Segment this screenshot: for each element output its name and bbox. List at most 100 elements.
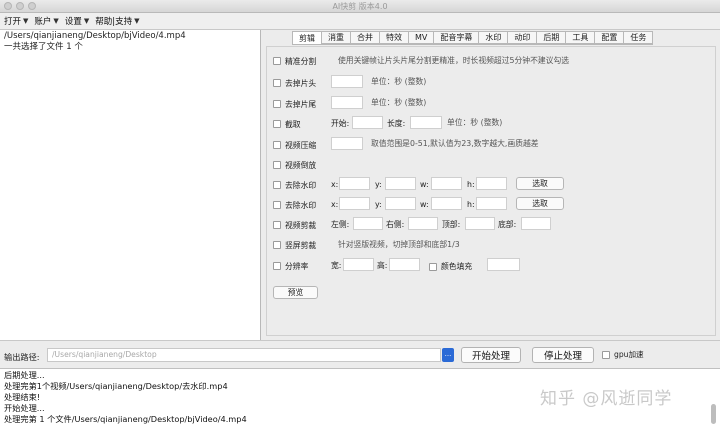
crop-length-label: 长度:	[387, 119, 406, 128]
precise-split-option[interactable]: 精准分割	[273, 54, 316, 68]
tab-edit[interactable]: 剪辑	[292, 31, 321, 44]
tab-config[interactable]: 配置	[594, 31, 624, 44]
resolution-height-input[interactable]	[389, 258, 420, 271]
watermark1-y-input[interactable]	[385, 177, 416, 190]
color-fill-option[interactable]: 颜色填充	[429, 261, 472, 272]
reverse-option[interactable]: 视频倒放	[273, 158, 316, 172]
remove-tail-input[interactable]	[331, 96, 363, 109]
compress-checkbox[interactable]	[273, 141, 281, 149]
menu-open[interactable]: 打开 ▼	[4, 15, 28, 27]
watermark2-x-label: x:	[331, 200, 339, 209]
watermark1-checkbox[interactable]	[273, 181, 281, 189]
remove-head-unit: 单位：秒 (整数)	[371, 77, 427, 86]
preview-button[interactable]: 预览	[273, 286, 318, 299]
watermark2-label: 去除水印	[285, 200, 317, 210]
video-crop-option[interactable]: 视频剪裁	[273, 218, 316, 232]
vertical-crop-checkbox[interactable]	[273, 241, 281, 249]
tab-effects[interactable]: 特效	[379, 31, 408, 44]
tab-animated-watermark[interactable]: 动印	[507, 31, 537, 44]
gpu-label: gpu加速	[614, 350, 644, 359]
watermark2-y-input[interactable]	[385, 197, 416, 210]
remove-head-option[interactable]: 去掉片头	[273, 76, 316, 90]
resolution-checkbox[interactable]	[273, 262, 281, 270]
crop-length-input[interactable]	[410, 116, 442, 129]
watermark1-w-label: w:	[420, 180, 429, 189]
video-crop-left-input[interactable]	[353, 217, 383, 230]
resolution-width-input[interactable]	[343, 258, 374, 271]
log-line: 处理完第 1 个文件/Users/qianjianeng/Desktop/bjV…	[4, 414, 247, 424]
file-list[interactable]: /Users/qianjianeng/Desktop/bjVideo/4.mp4…	[0, 30, 261, 340]
menu-bar: 打开 ▼ 账户 ▼ 设置 ▼ 帮助|支持 ▼	[0, 13, 720, 30]
resolution-width-label: 宽:	[331, 261, 342, 270]
tab-tools[interactable]: 工具	[565, 31, 595, 44]
watermark2-w-input[interactable]	[431, 197, 462, 210]
watermark1-w-input[interactable]	[431, 177, 462, 190]
vertical-crop-hint: 针对竖版视频，切掉顶部和底部1/3	[338, 240, 460, 249]
watermark1-x-label: x:	[331, 180, 339, 189]
video-crop-checkbox[interactable]	[273, 221, 281, 229]
tab-watermark[interactable]: 水印	[478, 31, 508, 44]
video-crop-bottom-label: 底部:	[498, 220, 517, 229]
title-bar: AI快剪 版本4.0	[0, 0, 720, 13]
vertical-crop-label: 竖屏剪裁	[285, 240, 317, 250]
tab-post[interactable]: 后期	[536, 31, 566, 44]
crop-start-input[interactable]	[352, 116, 383, 129]
watermark2-h-label: h:	[467, 200, 475, 209]
video-crop-bottom-input[interactable]	[521, 217, 551, 230]
gpu-option[interactable]: gpu加速	[602, 349, 644, 360]
log-scrollbar[interactable]	[711, 404, 716, 424]
precise-split-hint: 使用关键帧让片头片尾分割更精准，时长视频超过5分钟不建议勾选	[338, 56, 570, 65]
video-crop-right-input[interactable]	[408, 217, 438, 230]
video-crop-top-label: 顶部:	[442, 220, 461, 229]
caret-down-icon: ▼	[53, 17, 59, 25]
precise-split-checkbox[interactable]	[273, 57, 281, 65]
color-fill-checkbox[interactable]	[429, 262, 437, 271]
start-button[interactable]: 开始处理	[461, 347, 521, 363]
watermark2-option[interactable]: 去除水印	[273, 198, 316, 212]
remove-tail-unit: 单位：秒 (整数)	[371, 98, 427, 107]
menu-help[interactable]: 帮助|支持 ▼	[95, 15, 139, 27]
watermark2-checkbox[interactable]	[273, 201, 281, 209]
remove-head-label: 去掉片头	[285, 78, 317, 88]
menu-settings[interactable]: 设置 ▼	[65, 15, 89, 27]
crop-checkbox[interactable]	[273, 120, 281, 128]
file-count-line: 一共选择了文件 1 个	[4, 42, 83, 52]
tab-tasks[interactable]: 任务	[623, 31, 654, 44]
remove-head-input[interactable]	[331, 75, 363, 88]
watermark1-h-input[interactable]	[476, 177, 507, 190]
watermark2-x-input[interactable]	[339, 197, 370, 210]
browse-button[interactable]: ...	[442, 348, 454, 362]
resolution-option[interactable]: 分辨率	[273, 259, 308, 273]
compress-option[interactable]: 视频压缩	[273, 138, 316, 152]
watermark1-option[interactable]: 去除水印	[273, 178, 316, 192]
tab-dedupe[interactable]: 消重	[321, 31, 350, 44]
watermark2-select-button[interactable]: 选取	[516, 197, 564, 210]
tab-dubbing[interactable]: 配音字幕	[433, 31, 479, 44]
remove-tail-checkbox[interactable]	[273, 100, 281, 108]
remove-tail-label: 去掉片尾	[285, 99, 317, 109]
watermark2-h-input[interactable]	[476, 197, 507, 210]
remove-tail-option[interactable]: 去掉片尾	[273, 97, 316, 111]
menu-account[interactable]: 账户 ▼	[34, 15, 58, 27]
watermark1-x-input[interactable]	[339, 177, 370, 190]
tab-mv[interactable]: MV	[408, 31, 434, 44]
output-path-input[interactable]: /Users/qianjianeng/Desktop	[47, 348, 441, 362]
watermark1-select-button[interactable]: 选取	[516, 177, 564, 190]
crop-option[interactable]: 截取	[273, 117, 301, 131]
output-bar: 输出路径: /Users/qianjianeng/Desktop ... 开始处…	[0, 340, 720, 368]
reverse-checkbox[interactable]	[273, 161, 281, 169]
menu-help-label: 帮助|支持	[95, 17, 133, 27]
stop-button[interactable]: 停止处理	[532, 347, 594, 363]
compress-input[interactable]	[331, 137, 363, 150]
tab-merge[interactable]: 合并	[350, 31, 379, 44]
precise-split-label: 精准分割	[285, 56, 317, 66]
video-crop-top-input[interactable]	[465, 217, 495, 230]
color-fill-input[interactable]	[487, 258, 520, 271]
file-list-line: /Users/qianjianeng/Desktop/bjVideo/4.mp4	[4, 31, 186, 41]
video-crop-right-label: 右侧:	[386, 220, 405, 229]
gpu-checkbox[interactable]	[602, 350, 610, 359]
color-fill-label: 颜色填充	[441, 262, 473, 271]
caret-down-icon: ▼	[83, 17, 90, 25]
vertical-crop-option[interactable]: 竖屏剪裁	[273, 238, 316, 252]
remove-head-checkbox[interactable]	[273, 79, 281, 87]
